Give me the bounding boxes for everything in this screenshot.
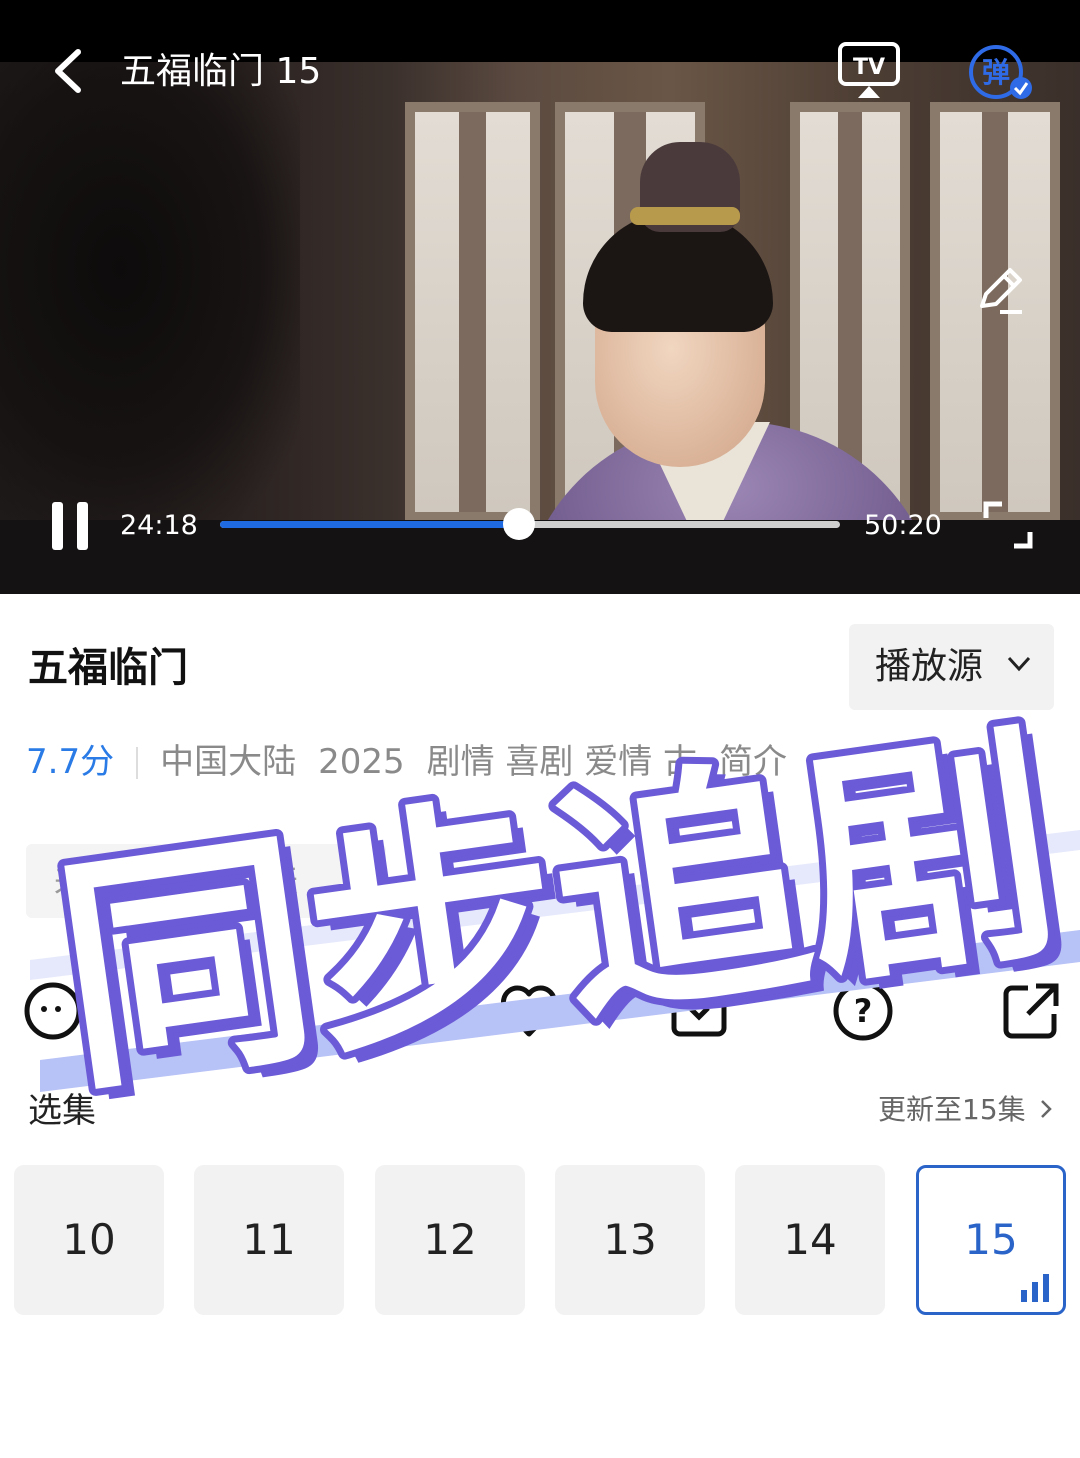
pause-icon[interactable] xyxy=(44,498,96,554)
tv-cast-icon[interactable]: TV xyxy=(836,40,902,100)
banner-text: 同步追剧 xyxy=(42,700,1073,1120)
episode-10[interactable]: 10 xyxy=(14,1165,164,1315)
total-time: 50:20 xyxy=(864,510,942,541)
svg-text:弹: 弹 xyxy=(982,56,1010,89)
overlay-banner: 同步追剧 同步追剧 xyxy=(30,700,1080,1120)
fullscreen-icon[interactable] xyxy=(982,500,1034,550)
episode-11[interactable]: 11 xyxy=(194,1165,344,1315)
progress-fill xyxy=(220,521,519,528)
episode-13[interactable]: 13 xyxy=(555,1165,705,1315)
danmu-icon[interactable]: 弹 xyxy=(966,44,1034,102)
progress-bar[interactable] xyxy=(220,508,840,540)
current-time: 24:18 xyxy=(120,510,198,541)
chevron-down-icon xyxy=(1007,656,1031,672)
video-title: 五福临门 15 xyxy=(120,51,322,92)
episode-12[interactable]: 12 xyxy=(375,1165,525,1315)
episode-15[interactable]: 15 xyxy=(916,1165,1066,1315)
episode-14[interactable]: 14 xyxy=(735,1165,885,1315)
source-button[interactable]: 播放源 xyxy=(849,624,1054,710)
svg-text:TV: TV xyxy=(853,55,885,80)
episode-15-label: 15 xyxy=(964,1215,1018,1264)
source-label: 播放源 xyxy=(875,646,984,687)
playing-bars-icon xyxy=(1021,1274,1049,1302)
banner-text-group: 同步追剧 同步追剧 xyxy=(35,700,1080,1120)
progress-thumb[interactable] xyxy=(502,508,535,540)
video-player[interactable]: 五福临门 15 TV 弹 24:18 50:20 xyxy=(0,0,1080,594)
back-icon[interactable] xyxy=(42,44,92,98)
video-frame xyxy=(0,62,1080,520)
show-title: 五福临门 xyxy=(28,645,188,691)
edit-icon[interactable] xyxy=(972,262,1028,318)
